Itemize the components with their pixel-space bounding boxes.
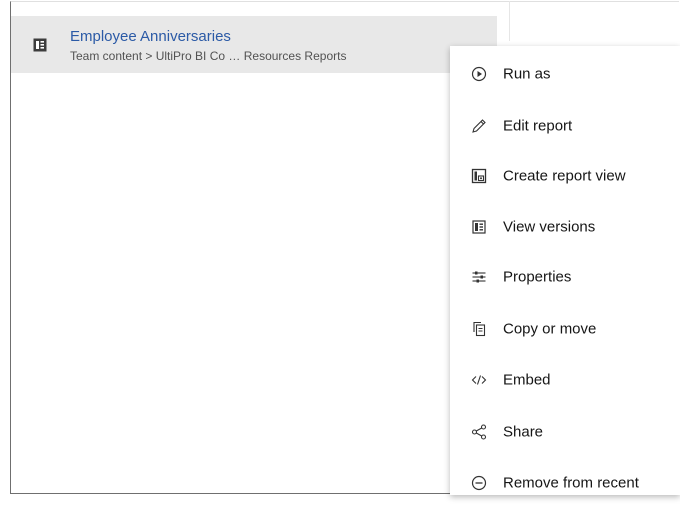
report-icon	[33, 38, 47, 52]
item-path: Team content > UltiPro BI Co … Resources…	[70, 49, 347, 63]
play-circle-icon	[471, 66, 487, 82]
menu-item-run-as[interactable]: Run as	[450, 51, 680, 97]
copy-icon	[471, 321, 487, 337]
context-menu: Run as Edit report Create report view Vi…	[450, 46, 680, 495]
share-icon	[471, 424, 487, 440]
pencil-icon	[471, 118, 487, 134]
menu-item-label: Properties	[503, 268, 572, 286]
menu-item-share[interactable]: Share	[450, 409, 680, 455]
menu-item-view-versions[interactable]: View versions	[450, 204, 680, 250]
report-view-icon	[471, 168, 487, 184]
item-title[interactable]: Employee Anniversaries	[70, 28, 231, 45]
column-divider	[509, 1, 510, 41]
menu-item-label: Edit report	[503, 117, 573, 135]
menu-item-label: Embed	[503, 371, 551, 389]
sliders-icon	[471, 269, 487, 285]
menu-item-create-report-view[interactable]: Create report view	[450, 153, 680, 199]
menu-item-copy-or-move[interactable]: Copy or move	[450, 306, 680, 352]
menu-item-remove-from-recent[interactable]: Remove from recent	[450, 460, 680, 506]
recent-list-item[interactable]: Employee Anniversaries Team content > Ul…	[11, 16, 497, 73]
menu-item-label: Remove from recent	[503, 474, 639, 492]
menu-item-embed[interactable]: Embed	[450, 357, 680, 403]
versions-icon	[471, 219, 487, 235]
menu-item-label: Share	[503, 423, 544, 441]
menu-item-label: View versions	[503, 218, 596, 236]
menu-item-label: Run as	[503, 65, 551, 83]
minus-circle-icon	[471, 475, 487, 491]
menu-item-edit-report[interactable]: Edit report	[450, 103, 680, 149]
code-icon	[471, 372, 487, 388]
menu-item-label: Copy or move	[503, 320, 597, 338]
menu-item-properties[interactable]: Properties	[450, 254, 680, 300]
menu-item-label: Create report view	[503, 167, 626, 185]
